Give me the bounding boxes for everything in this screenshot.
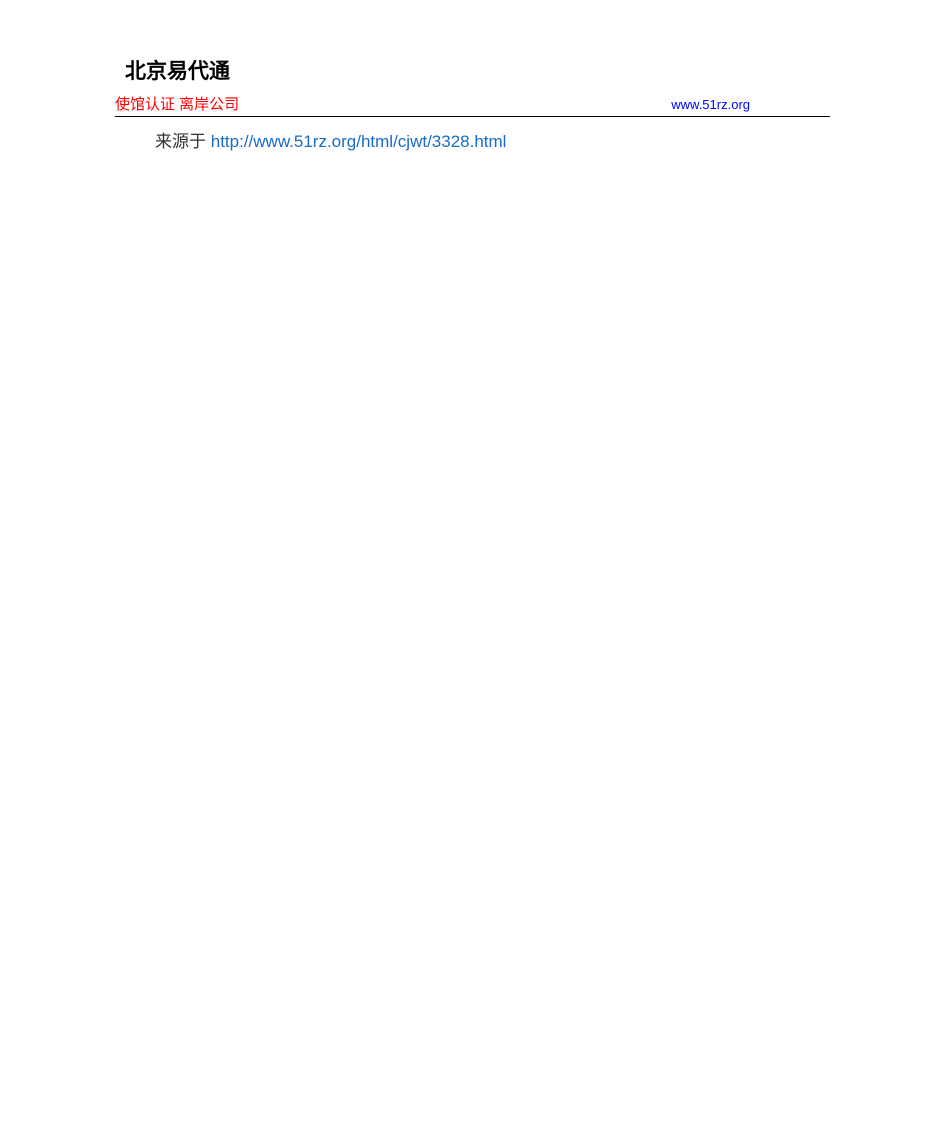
document-page: 北京易代通 使馆认证 离岸公司 www.51rz.org 来源于 http://… — [0, 0, 945, 152]
subheader-right-link[interactable]: www.51rz.org — [671, 97, 750, 112]
source-line: 来源于 http://www.51rz.org/html/cjwt/3328.h… — [155, 127, 830, 152]
subheader-row: 使馆认证 离岸公司 www.51rz.org — [115, 93, 830, 117]
page-title: 北京易代通 — [125, 55, 830, 85]
source-prefix: 来源于 — [155, 132, 211, 151]
source-url-link[interactable]: http://www.51rz.org/html/cjwt/3328.html — [211, 132, 507, 151]
subheader-left-text: 使馆认证 离岸公司 — [115, 93, 239, 114]
